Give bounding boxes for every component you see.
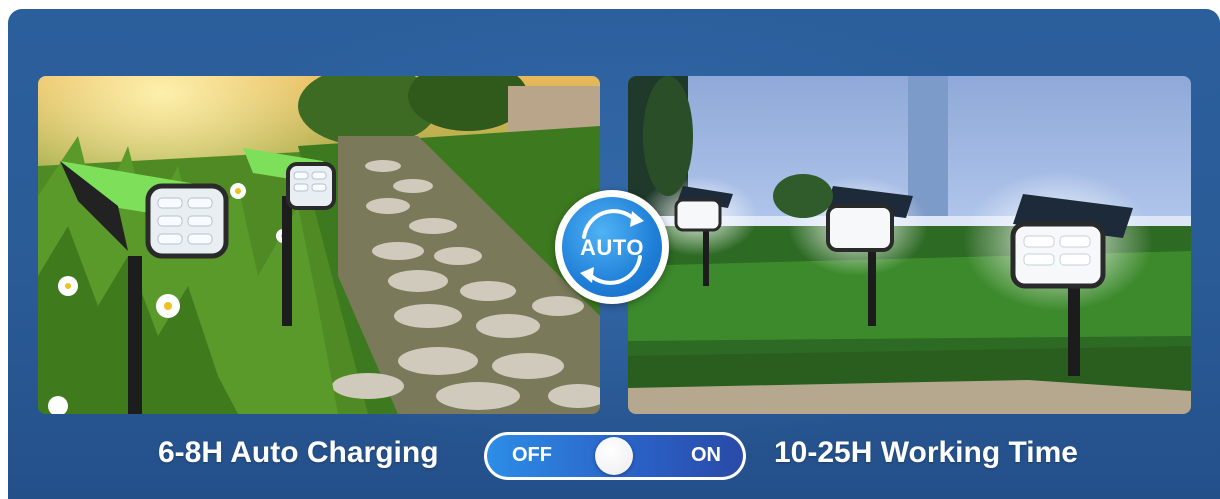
- working-time-caption: 10-25H Working Time: [774, 436, 1078, 469]
- toggle-track: OFF ON: [487, 435, 743, 477]
- auto-badge: AUTO: [555, 190, 669, 304]
- toggle-off-label: OFF: [512, 444, 552, 466]
- toggle-on-label: ON: [691, 444, 721, 466]
- daytime-garden-photo: [38, 76, 600, 414]
- nighttime-lit-garden-photo: [628, 76, 1191, 414]
- auto-label: AUTO: [580, 235, 644, 260]
- off-on-toggle[interactable]: OFF ON: [484, 432, 746, 480]
- toggle-knob[interactable]: [595, 437, 633, 475]
- charging-time-caption: 6-8H Auto Charging: [158, 436, 439, 469]
- product-banner: AUTO 6-8H Auto Charging OFF ON 10-25H Wo…: [8, 9, 1220, 499]
